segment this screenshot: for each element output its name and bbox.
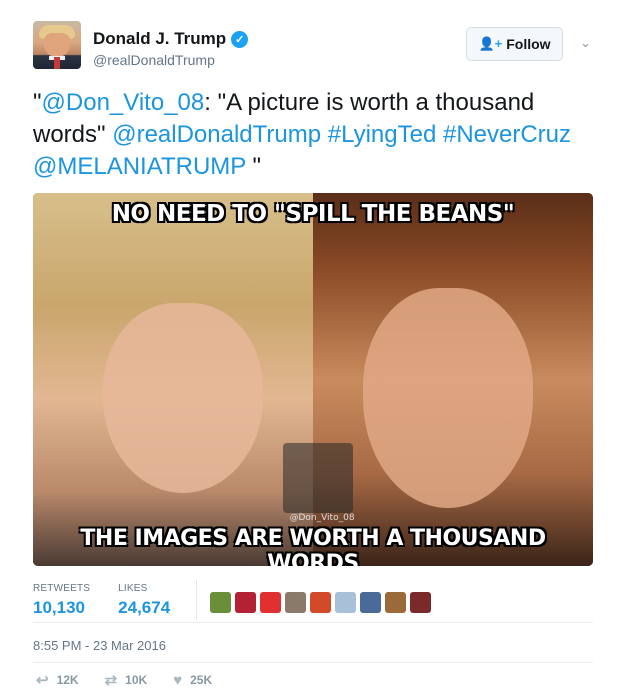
retweets-stat[interactable]: RETWEETS 10,130 [33, 583, 90, 618]
author-handle[interactable]: @realDonaldTrump [93, 52, 215, 68]
mention-link[interactable]: @MELANIATRUMP [33, 153, 246, 180]
tweet-text-segment [321, 121, 328, 148]
chevron-down-icon[interactable]: ⌄ [580, 35, 591, 51]
liker-avatar[interactable] [410, 592, 431, 613]
tweet-actions: ↩ 12K ⇄ 10K ♥ 25K [36, 671, 212, 690]
add-user-icon: 👤+ [478, 36, 503, 51]
reply-button[interactable]: ↩ 12K [36, 671, 79, 689]
hashtag-link[interactable]: #NeverCruz [443, 121, 571, 148]
like-count: 25K [190, 673, 213, 687]
retweet-count: 10K [125, 673, 148, 687]
follow-button-label: Follow [506, 36, 551, 52]
liker-avatars [210, 592, 431, 613]
liker-avatar[interactable] [310, 592, 331, 613]
tweet-text-segment: " [33, 89, 42, 116]
liker-avatar[interactable] [235, 592, 256, 613]
photo-top-caption: NO NEED TO "SPILL THE BEANS" [111, 201, 515, 227]
watermark-text: @Don_Vito_08 [289, 513, 355, 523]
reply-icon: ↩ [36, 672, 49, 689]
stats-divider [196, 580, 197, 620]
liker-avatar[interactable] [260, 592, 281, 613]
author-name[interactable]: Donald J. Trump [93, 29, 226, 49]
liker-avatar[interactable] [335, 592, 356, 613]
tweet-timestamp[interactable]: 8:55 PM - 23 Mar 2016 [33, 638, 166, 653]
liker-avatar[interactable] [210, 592, 231, 613]
divider [33, 662, 593, 663]
tweet-text: "@Don_Vito_08: "A picture is worth a tho… [33, 87, 593, 183]
tweet-text-segment [436, 121, 443, 148]
mention-link[interactable]: @Don_Vito_08 [42, 89, 205, 116]
liker-avatar[interactable] [285, 592, 306, 613]
liker-avatar[interactable] [360, 592, 381, 613]
likes-count[interactable]: 24,674 [118, 598, 170, 618]
like-button[interactable]: ♥ 25K [173, 672, 212, 689]
retweets-label: RETWEETS [33, 583, 91, 594]
author-avatar[interactable] [33, 21, 81, 69]
avatar-tie [54, 57, 60, 69]
tweet-photo[interactable]: @Don_Vito_08 NO NEED TO "SPILL THE BEANS… [33, 193, 593, 566]
avatar-face [44, 33, 70, 57]
retweet-icon: ⇄ [104, 672, 118, 689]
reply-count: 12K [56, 673, 79, 687]
retweet-button[interactable]: ⇄ 10K [105, 671, 148, 689]
photo-right-face [363, 288, 533, 508]
author-name-row[interactable]: Donald J. Trump ✓ [93, 29, 249, 49]
heart-icon: ♥ [173, 671, 183, 689]
likes-stat[interactable]: LIKES 24,674 [118, 583, 170, 618]
divider [33, 622, 593, 623]
follow-button[interactable]: 👤+ Follow [466, 27, 563, 61]
photo-bottom-caption: THE IMAGES ARE WORTH A THOUSAND WORDS [80, 526, 546, 566]
tweet-stats: RETWEETS 10,130 LIKES 24,674 [33, 583, 170, 618]
tweet-text-segment: " [245, 153, 262, 180]
retweets-count[interactable]: 10,130 [33, 598, 90, 618]
liker-avatar[interactable] [385, 592, 406, 613]
watermark-logo [283, 443, 353, 513]
hashtag-link[interactable]: #LyingTed [328, 121, 437, 148]
mention-link[interactable]: @realDonaldTrump [112, 121, 321, 148]
likes-label: LIKES [118, 583, 148, 594]
photo-left-face [103, 303, 263, 493]
verified-badge-icon: ✓ [231, 30, 249, 48]
